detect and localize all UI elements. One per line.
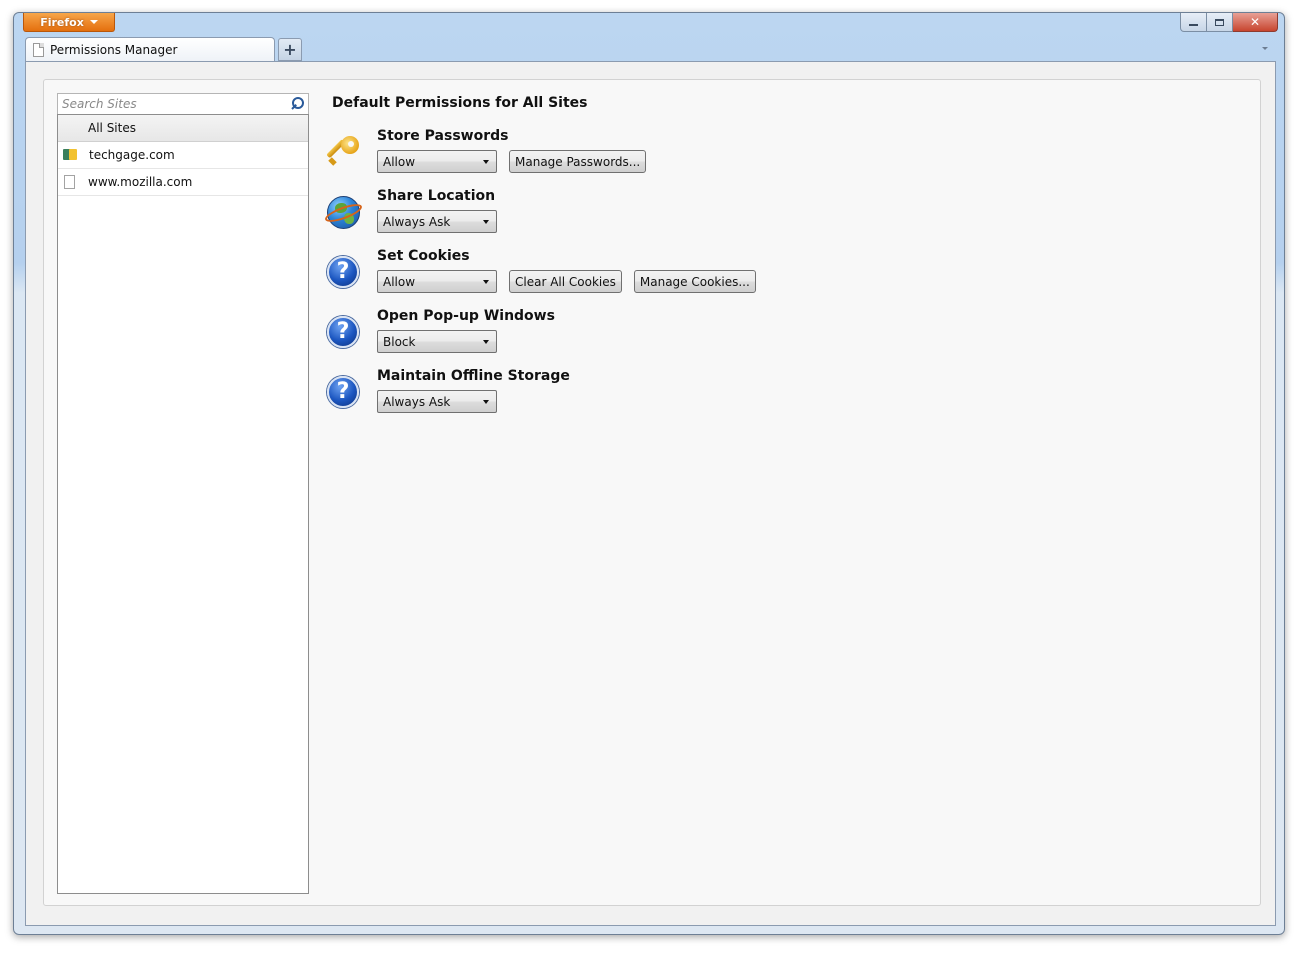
permission-label: Set Cookies	[377, 248, 470, 264]
permission-label: Store Passwords	[377, 128, 509, 144]
browser-window: Firefox ✕ Permissions Manager + All Site…	[13, 12, 1285, 935]
manage-cookies-button[interactable]: Manage Cookies...	[633, 270, 756, 293]
search-input[interactable]	[62, 97, 262, 111]
permission-label: Maintain Offline Storage	[377, 368, 570, 384]
manage-passwords-button[interactable]: Manage Passwords...	[509, 150, 647, 173]
site-item-mozilla[interactable]: www.mozilla.com	[58, 169, 308, 196]
permissions-main: Default Permissions for All Sites Store …	[323, 93, 1232, 413]
open-popup-windows-select[interactable]: Block	[377, 330, 497, 353]
permission-label: Open Pop-up Windows	[377, 308, 555, 324]
permission-open-popup-windows: ? Open Pop-up Windows Block	[325, 308, 925, 364]
permission-label: Share Location	[377, 188, 496, 204]
dropdown-arrow-icon	[483, 339, 489, 344]
select-value: Always Ask	[383, 394, 451, 409]
dropdown-arrow-icon	[483, 159, 489, 164]
chevron-down-icon	[89, 20, 98, 24]
search-icon[interactable]	[290, 97, 304, 111]
select-value: Block	[383, 334, 416, 349]
tab-label: Permissions Manager	[50, 43, 178, 57]
site-list: All Sites techgage.com www.mozilla.com	[57, 114, 309, 894]
search-box	[57, 93, 309, 114]
select-value: Always Ask	[383, 214, 451, 229]
maintain-offline-storage-select[interactable]: Always Ask	[377, 390, 497, 413]
dropdown-arrow-icon	[483, 219, 489, 224]
new-tab-button[interactable]: +	[278, 38, 302, 61]
page-content: All Sites techgage.com www.mozilla.com D…	[25, 61, 1276, 926]
tab-list-dropdown-icon[interactable]	[1262, 47, 1268, 50]
dropdown-arrow-icon	[483, 399, 489, 404]
share-location-select[interactable]: Always Ask	[377, 210, 497, 233]
maximize-icon	[1215, 18, 1224, 26]
globe-icon	[323, 194, 364, 230]
select-value: Allow	[383, 274, 416, 289]
permissions-panel: All Sites techgage.com www.mozilla.com D…	[43, 79, 1261, 906]
firefox-menu-label: Firefox	[40, 15, 84, 29]
help-icon: ?	[325, 374, 361, 410]
site-item-techgage[interactable]: techgage.com	[58, 142, 308, 169]
sites-sidebar: All Sites techgage.com www.mozilla.com	[57, 93, 309, 894]
page-icon	[33, 43, 44, 57]
page-title: Default Permissions for All Sites	[332, 95, 588, 111]
site-item-all-sites[interactable]: All Sites	[58, 115, 308, 142]
site-label: All Sites	[88, 121, 136, 135]
firefox-menu-button[interactable]: Firefox	[23, 13, 115, 32]
clear-all-cookies-button[interactable]: Clear All Cookies	[509, 270, 622, 293]
site-label: techgage.com	[89, 148, 175, 162]
select-value: Allow	[383, 154, 416, 169]
page-icon	[64, 175, 75, 189]
permission-maintain-offline-storage: ? Maintain Offline Storage Always Ask	[325, 368, 925, 424]
set-cookies-select[interactable]: Allow	[377, 270, 497, 293]
minimize-button[interactable]	[1180, 13, 1207, 32]
plus-icon: +	[283, 40, 297, 59]
tab-permissions-manager[interactable]: Permissions Manager	[25, 37, 275, 62]
help-icon: ?	[325, 254, 361, 290]
permission-store-passwords: Store Passwords Allow Manage Passwords..…	[325, 128, 925, 184]
dropdown-arrow-icon	[483, 279, 489, 284]
window-controls: ✕	[1180, 13, 1278, 32]
close-button[interactable]: ✕	[1233, 13, 1278, 32]
help-icon: ?	[325, 314, 361, 350]
minimize-icon	[1189, 24, 1198, 26]
site-label: www.mozilla.com	[88, 175, 193, 189]
permission-set-cookies: ? Set Cookies Allow Clear All Cookies Ma…	[325, 248, 925, 304]
close-icon: ✕	[1249, 15, 1261, 29]
maximize-button[interactable]	[1207, 13, 1233, 32]
key-icon	[325, 134, 361, 170]
techgage-favicon-icon	[63, 148, 78, 162]
store-passwords-select[interactable]: Allow	[377, 150, 497, 173]
permission-share-location: Share Location Always Ask	[323, 188, 925, 244]
